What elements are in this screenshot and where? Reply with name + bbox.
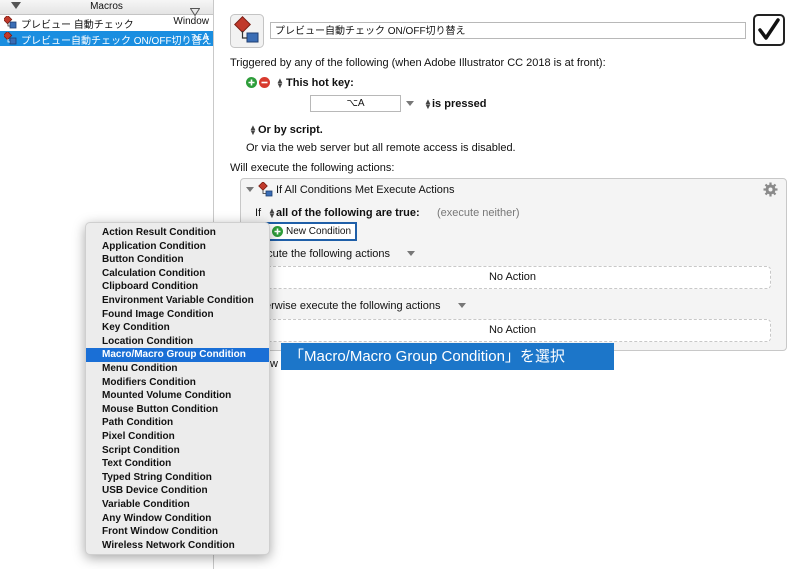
menu-item-label: Variable Condition [102,499,190,510]
trigger-description: Triggered by any of the following (when … [230,57,606,69]
no-action-placeholder[interactable]: No Action [254,266,771,289]
no-action-placeholder[interactable]: No Action [254,319,771,342]
menu-item-label: Macro/Macro Group Condition [102,349,246,361]
menu-item[interactable]: USB Device Condition [86,484,269,498]
new-condition-label: New Condition [286,226,352,237]
menu-item-label: Wireless Network Condition [102,539,235,551]
menu-item[interactable]: Modifiers Condition [86,376,269,390]
macro-list-item-selected[interactable]: プレビュー自動チェック ON/OFF切り替え ⌥A [0,31,213,47]
web-server-note: Or via the web server but all remote acc… [246,142,516,154]
menu-item[interactable]: Found Image Condition [86,308,269,322]
condition-mode-popup[interactable]: all of the following are true: [276,207,420,219]
menu-item[interactable]: Wireless Network Condition [86,539,269,553]
menu-item[interactable]: Location Condition [86,335,269,349]
menu-item-label: Menu Condition [102,363,178,374]
hotkey-trigger-label[interactable]: This hot key: [286,77,354,89]
menu-item[interactable]: Path Condition [86,416,269,430]
annotation-callout: 「Macro/Macro Group Condition」を選択 [281,343,614,370]
press-type-stepper-icon[interactable]: ▲ ▼ [424,98,432,111]
menu-item[interactable]: Text Condition [86,457,269,471]
menu-item[interactable]: Mouse Button Condition [86,403,269,417]
macro-name: プレビュー 自動チェック [21,20,134,31]
macro-name: プレビュー自動チェック ON/OFF切り替え [21,36,212,47]
menu-item-label: Modifiers Condition [102,376,196,388]
menu-item-label: Location Condition [102,335,194,347]
new-condition-button[interactable]: New Condition [265,222,357,241]
menu-item-label: Script Condition [102,444,180,456]
macro-list-title: Macros [90,1,123,12]
checkmark-icon [758,18,780,40]
menu-item-label: Application Condition [102,240,206,252]
menu-item-highlighted[interactable]: Macro/Macro Group Condition [86,348,269,362]
new-action-partial-text: w [270,358,278,370]
menu-item[interactable]: Mounted Volume Condition [86,389,269,403]
execute-neither-note: (execute neither) [437,207,520,219]
macro-icon [4,16,17,29]
menu-item-label: Typed String Condition [102,471,212,483]
menu-item-label: Clipboard Condition [102,281,199,293]
menu-item-label: Calculation Condition [102,267,206,279]
is-pressed-popup[interactable]: is pressed [432,98,486,110]
menu-item-label: Environment Variable Condition [102,295,254,306]
script-trigger-stepper-icon[interactable]: ▲ ▼ [249,124,257,137]
menu-item-label: Any Window Condition [102,512,212,524]
menu-item[interactable]: Script Condition [86,444,269,458]
filter-icon[interactable] [190,2,200,16]
if-action-icon [258,182,273,197]
menu-item[interactable]: Calculation Condition [86,267,269,281]
macro-trigger: Window [173,16,209,27]
script-trigger-label[interactable]: Or by script. [258,124,323,136]
condition-type-menu[interactable]: Action Result Condition Application Condi… [85,222,270,555]
menu-item[interactable]: Front Window Condition [86,525,269,539]
menu-item-label: Action Result Condition [102,227,216,238]
menu-item[interactable]: Pixel Condition [86,430,269,444]
menu-item[interactable]: Clipboard Condition [86,280,269,294]
condition-mode-stepper-icon[interactable]: ▲ ▼ [268,207,276,220]
macro-icon-large[interactable] [230,14,264,48]
menu-item[interactable]: Any Window Condition [86,512,269,526]
menu-item-label: Button Condition [102,254,184,266]
menu-item[interactable]: Action Result Condition [86,226,269,240]
menu-item-label: Key Condition [102,322,170,334]
menu-item-label: Mouse Button Condition [102,403,219,415]
menu-item[interactable]: Variable Condition [86,498,269,512]
if-action-box[interactable]: If All Conditions Met Execute Actions If… [240,178,787,351]
execute-following-label: ecute the following actions [261,248,391,260]
macro-list-item[interactable]: プレビュー 自動チェック Window [0,15,213,31]
disclosure-triangle-icon[interactable] [246,187,254,192]
menu-item-label: Front Window Condition [102,526,218,538]
menu-item-label: Mounted Volume Condition [102,390,232,402]
menu-item[interactable]: Menu Condition [86,362,269,376]
execute-dropdown-icon[interactable] [407,251,415,256]
menu-item-label: Path Condition [102,417,174,429]
trigger-type-stepper-icon[interactable]: ▲ ▼ [276,77,284,90]
macro-enable-checkbox[interactable] [753,14,785,46]
menu-item-label: Pixel Condition [102,431,175,442]
hotkey-field[interactable]: ⌥A [310,95,401,112]
remove-trigger-icon[interactable] [259,77,270,88]
menu-item[interactable]: Key Condition [86,321,269,335]
if-label: If [255,207,262,219]
if-action-title: If All Conditions Met Execute Actions [276,184,455,196]
menu-item[interactable]: Typed String Condition [86,471,269,485]
menu-item[interactable]: Application Condition [86,240,269,254]
macro-list-header[interactable]: Macros [0,0,213,16]
menu-item-label: Text Condition [102,458,172,470]
add-trigger-icon[interactable] [246,77,257,88]
menu-item[interactable]: Button Condition [86,253,269,267]
macro-trigger: ⌥A [190,32,209,43]
menu-item-label: Found Image Condition [102,308,214,320]
add-condition-icon [272,226,283,237]
gear-icon[interactable] [763,182,778,197]
hotkey-dropdown-icon[interactable] [406,101,414,106]
menu-item-label: USB Device Condition [102,485,208,497]
macro-icon [4,32,17,45]
will-execute-label: Will execute the following actions: [230,162,395,174]
otherwise-execute-label: erwise execute the following actions [265,300,441,312]
menu-item[interactable]: Environment Variable Condition [86,294,269,308]
otherwise-dropdown-icon[interactable] [458,303,466,308]
macro-name-field[interactable]: プレビュー自動チェック ON/OFF切り替え [270,22,746,39]
